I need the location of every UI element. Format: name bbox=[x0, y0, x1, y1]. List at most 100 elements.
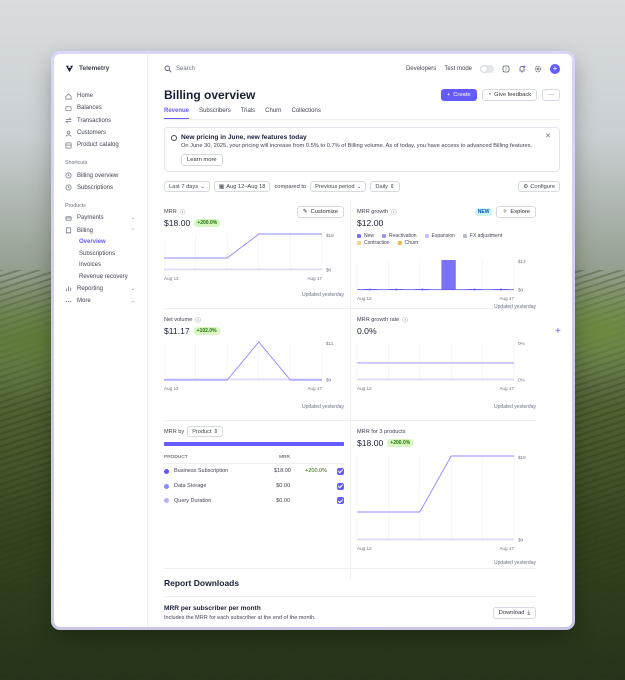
table-row[interactable]: Query Duration $0.00 bbox=[164, 493, 344, 508]
download-button[interactable]: Download ⤓ bbox=[492, 607, 536, 619]
brand[interactable]: Telemetry bbox=[65, 64, 139, 73]
report-divider bbox=[164, 596, 536, 597]
sidebar-item-billing[interactable]: Billing ⌃ bbox=[62, 224, 139, 236]
shortcut-subscriptions[interactable]: Subscriptions bbox=[62, 182, 139, 194]
y-tick-label: $18 bbox=[326, 233, 334, 238]
search-icon bbox=[164, 65, 172, 73]
billing-icon bbox=[65, 227, 72, 234]
mrr-by-select[interactable]: Product ⇕ bbox=[187, 426, 224, 437]
legend-label: Contraction bbox=[364, 240, 390, 246]
bar bbox=[441, 260, 456, 290]
granularity-select[interactable]: Daily ⇕ bbox=[370, 181, 400, 192]
clock-icon bbox=[65, 172, 72, 179]
legend-label: Expansion bbox=[431, 233, 455, 239]
explore-button[interactable]: ✧ Explore bbox=[496, 206, 536, 218]
create-button[interactable]: + Create bbox=[440, 89, 477, 101]
date-range-select[interactable]: Last 7 days ⌄ bbox=[164, 181, 210, 192]
notifications-bell-icon[interactable] bbox=[518, 65, 526, 73]
shortcut-billing-overview[interactable]: Billing overview bbox=[62, 169, 139, 181]
sidebar-item-customers[interactable]: Customers bbox=[62, 127, 139, 139]
mrr-growth-actions: NEW ✧ Explore bbox=[474, 206, 536, 218]
test-mode-toggle[interactable] bbox=[480, 65, 494, 73]
sidebar-subitem-subscriptions[interactable]: Subscriptions bbox=[62, 248, 139, 260]
mrr-growth-legend: New Reactivation Expansion FX adjustment… bbox=[357, 233, 517, 246]
mrr-products-value: $18.00 bbox=[357, 438, 384, 448]
chevron-down-icon: ⌄ bbox=[130, 298, 135, 305]
grid-divider-vertical bbox=[350, 200, 351, 580]
close-icon[interactable]: ✕ bbox=[545, 133, 551, 141]
sidebar-subitem-invoices[interactable]: Invoices bbox=[62, 260, 139, 272]
x-tick-label: Aug 12 bbox=[164, 276, 179, 281]
sidebar-item-home[interactable]: Home bbox=[62, 90, 139, 102]
give-feedback-button[interactable]: ◔ Give feedback bbox=[481, 89, 538, 101]
series-dot bbox=[164, 498, 169, 504]
info-icon[interactable]: ⓘ bbox=[391, 208, 397, 216]
pencil-icon: ✎ bbox=[302, 209, 308, 215]
settings-gear-icon[interactable] bbox=[534, 65, 542, 73]
notice-title: New pricing in June, new features today bbox=[181, 134, 307, 141]
sidebar-item-label: Payments bbox=[77, 215, 104, 222]
sidebar-item-product-catalog[interactable]: Product catalog bbox=[62, 139, 139, 151]
series-dot bbox=[164, 483, 169, 489]
more-dots-icon bbox=[65, 298, 72, 305]
tab-collections[interactable]: Collections bbox=[292, 108, 321, 119]
mrr-products-change-badge: +200.0% bbox=[387, 439, 414, 447]
sidebar-item-label: Home bbox=[77, 93, 94, 100]
product-cell: Business Subscription bbox=[164, 468, 274, 474]
legend-label: Churn bbox=[404, 240, 419, 246]
table-row[interactable]: Business Subscription $18.00 +200.0% bbox=[164, 464, 344, 479]
sidebar-item-balances[interactable]: Balances bbox=[62, 102, 139, 114]
date-picker[interactable]: ▦ Aug 12–Aug 18 bbox=[213, 181, 271, 192]
sidebar-subitem-revenue-recovery[interactable]: Revenue recovery bbox=[62, 271, 139, 283]
table-row[interactable]: Data Storage $0.00 bbox=[164, 479, 344, 494]
info-icon[interactable]: ⓘ bbox=[195, 316, 201, 324]
legend-swatch bbox=[382, 233, 387, 238]
sidebar-item-reporting[interactable]: Reporting ⌄ bbox=[62, 283, 139, 295]
sidebar-item-more[interactable]: More ⌄ bbox=[62, 295, 139, 307]
mrr-value: $18.00 bbox=[164, 218, 191, 228]
legend-swatch bbox=[462, 233, 467, 238]
x-tick-label: Aug 17 bbox=[307, 386, 322, 391]
more-options-button[interactable]: ··· bbox=[542, 89, 560, 101]
download-label: Download bbox=[498, 610, 525, 616]
add-panel-plus-icon[interactable]: + bbox=[555, 326, 561, 337]
row-checkbox[interactable] bbox=[337, 482, 344, 490]
sidebar: Telemetry Home Balances Transactions Cus… bbox=[54, 54, 148, 627]
mrr-by-table: PRODUCT MRR Business Subscription $18.00… bbox=[164, 452, 344, 508]
mrr-growth-title: MRR growth bbox=[357, 208, 389, 215]
configure-button[interactable]: ⚙ Configure bbox=[518, 181, 560, 192]
tab-revenue[interactable]: Revenue bbox=[164, 108, 190, 119]
y-tick-label: $12 bbox=[518, 259, 526, 264]
x-tick-label: Aug 12 bbox=[357, 296, 372, 301]
net-volume-change-badge: +102.0% bbox=[193, 327, 220, 335]
report-item-title: MRR per subscriber per month bbox=[164, 605, 261, 612]
search-input[interactable]: Search bbox=[164, 65, 406, 73]
add-plus-icon[interactable]: + bbox=[550, 64, 560, 74]
chevron-updown-icon: ⇕ bbox=[213, 428, 219, 435]
tab-churn[interactable]: Churn bbox=[265, 108, 281, 119]
chevron-down-icon: ⌄ bbox=[130, 285, 135, 292]
sidebar-item-payments[interactable]: Payments ⌄ bbox=[62, 212, 139, 224]
sidebar-item-transactions[interactable]: Transactions bbox=[62, 115, 139, 127]
tab-subscribers[interactable]: Subscribers bbox=[199, 108, 231, 119]
tab-trials[interactable]: Trials bbox=[241, 108, 255, 119]
mrr-products-value-row: $18.00 +200.0% bbox=[357, 438, 536, 448]
info-icon[interactable]: ⓘ bbox=[180, 208, 186, 216]
help-icon[interactable]: ? bbox=[502, 65, 510, 73]
row-checkbox[interactable] bbox=[337, 467, 344, 475]
mrr-actions: ✎ Customize bbox=[296, 206, 344, 218]
y-tick-label: $0 bbox=[518, 538, 524, 543]
sidebar-subitem-overview[interactable]: Overview bbox=[62, 237, 139, 249]
learn-more-button[interactable]: Learn more bbox=[181, 154, 223, 166]
developers-link[interactable]: Developers bbox=[406, 66, 436, 72]
series-line bbox=[164, 341, 322, 381]
create-label: Create bbox=[453, 92, 471, 98]
customize-button[interactable]: ✎ Customize bbox=[296, 206, 344, 218]
row-checkbox[interactable] bbox=[337, 497, 344, 505]
comparison-select[interactable]: Previous period ⌄ bbox=[310, 181, 367, 192]
mrr-growth-rate-title-row: MRR growth rate ⓘ bbox=[357, 314, 536, 325]
mrr-growth-rate-updated: Updated yesterday bbox=[494, 404, 536, 410]
data-point bbox=[473, 288, 476, 291]
product-name: Business Subscription bbox=[174, 468, 229, 475]
info-icon[interactable]: ⓘ bbox=[402, 316, 408, 324]
